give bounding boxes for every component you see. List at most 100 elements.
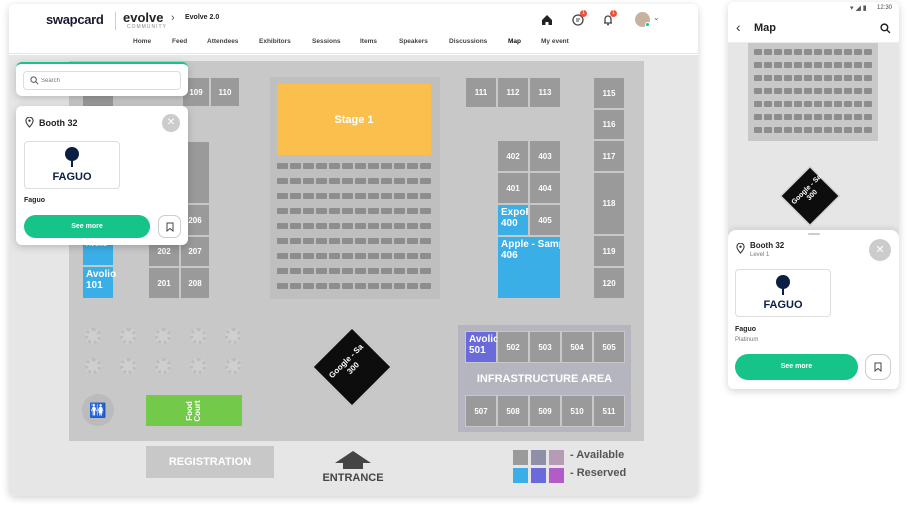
swapcard-logo[interactable]: swapcard xyxy=(46,12,104,27)
nav-my-event[interactable]: My event xyxy=(541,38,569,45)
food-court-label: Food Court xyxy=(185,399,202,422)
seat xyxy=(804,75,812,81)
seat xyxy=(394,253,405,259)
booth-503[interactable]: 503 xyxy=(529,331,561,363)
seat xyxy=(355,283,366,289)
seat xyxy=(844,114,852,120)
seat xyxy=(303,208,314,214)
booth-208[interactable]: 208 xyxy=(180,267,210,299)
booth-502[interactable]: 502 xyxy=(497,331,529,363)
mobile-company-logo[interactable]: FAGUO xyxy=(735,269,831,317)
booth-110[interactable]: 110 xyxy=(210,77,240,107)
booth-101-avolio[interactable]: Avolio 101 xyxy=(82,266,116,299)
booth-505[interactable]: 505 xyxy=(593,331,625,363)
seat xyxy=(290,283,301,289)
mobile-see-more-button[interactable]: See more xyxy=(735,354,858,380)
company-logo-text: FAGUO xyxy=(52,171,92,183)
booth-501-avolio[interactable]: Avolio 501 xyxy=(465,331,499,363)
booth-403[interactable]: 403 xyxy=(529,140,561,172)
legend-reserved-swatch-3 xyxy=(549,468,564,483)
booth-117[interactable]: 117 xyxy=(593,140,625,172)
seat xyxy=(774,88,782,94)
booth-115[interactable]: 115 xyxy=(593,77,625,109)
nav-items[interactable]: Items xyxy=(360,38,377,45)
nav-sessions[interactable]: Sessions xyxy=(312,38,341,45)
booth-119[interactable]: 119 xyxy=(593,235,625,267)
nav-home[interactable]: Home xyxy=(133,38,151,45)
registration-area[interactable]: REGISTRATION xyxy=(146,446,274,478)
chevron-down-icon[interactable]: ⌄ xyxy=(653,13,660,22)
mobile-bookmark-button[interactable] xyxy=(865,354,891,380)
seat xyxy=(290,178,301,184)
company-name[interactable]: Faguo xyxy=(24,197,45,204)
see-more-button[interactable]: See more xyxy=(24,215,150,238)
seat xyxy=(407,178,418,184)
seat xyxy=(290,238,301,244)
nav-map[interactable]: Map xyxy=(508,38,521,45)
nav-discussions[interactable]: Discussions xyxy=(449,38,487,45)
booth-510[interactable]: 510 xyxy=(561,395,593,427)
booth-406-apple[interactable]: Apple - Samp 406 xyxy=(497,236,561,299)
booth-511[interactable]: 511 xyxy=(593,395,625,427)
nav-exhibitors[interactable]: Exhibitors xyxy=(259,38,291,45)
legend-available-swatch-1 xyxy=(513,450,528,465)
booth-118[interactable]: 118 xyxy=(593,172,625,235)
mobile-close-icon[interactable]: ✕ xyxy=(869,239,891,261)
nav-speakers[interactable]: Speakers xyxy=(399,38,428,45)
mobile-company-name[interactable]: Faguo xyxy=(735,326,756,333)
booth-402[interactable]: 402 xyxy=(497,140,529,172)
seat xyxy=(381,208,392,214)
seat xyxy=(394,223,405,229)
evolve-logo[interactable]: evolve xyxy=(123,10,163,25)
seat xyxy=(824,127,832,133)
back-arrow-icon[interactable]: ‹ xyxy=(736,19,741,35)
seat xyxy=(316,223,327,229)
seat xyxy=(407,208,418,214)
seat xyxy=(774,127,782,133)
stage-1[interactable]: Stage 1 xyxy=(277,84,431,155)
nav-attendees[interactable]: Attendees xyxy=(207,38,238,45)
chevron-right-icon: › xyxy=(171,12,175,24)
seat xyxy=(407,223,418,229)
tree-icon xyxy=(155,358,171,374)
mobile-search-icon[interactable] xyxy=(880,23,891,34)
booth-201[interactable]: 201 xyxy=(148,267,180,299)
close-icon[interactable]: ✕ xyxy=(162,114,180,132)
seat xyxy=(764,75,772,81)
booth-113[interactable]: 113 xyxy=(529,77,561,108)
booth-509[interactable]: 509 xyxy=(529,395,561,427)
booth-120[interactable]: 120 xyxy=(593,267,625,299)
food-court[interactable]: Food Court xyxy=(146,395,242,426)
home-icon[interactable] xyxy=(540,13,554,27)
seat xyxy=(854,114,862,120)
booth-404[interactable]: 404 xyxy=(529,172,561,204)
booth-111[interactable]: 111 xyxy=(465,77,497,108)
booth-504[interactable]: 504 xyxy=(561,331,593,363)
booth-401[interactable]: 401 xyxy=(497,172,529,204)
seat xyxy=(784,49,792,55)
mobile-booth-title: Booth 32 xyxy=(750,241,785,250)
booth-400-expofi[interactable]: ExpoFi 400 xyxy=(497,204,529,236)
booth-405[interactable]: 405 xyxy=(529,204,561,236)
seat xyxy=(368,283,379,289)
mobile-company-logo-text: FAGUO xyxy=(763,299,803,311)
booth-112[interactable]: 112 xyxy=(497,77,529,108)
seat xyxy=(824,101,832,107)
booth-508[interactable]: 508 xyxy=(497,395,529,427)
search-input[interactable] xyxy=(41,74,176,87)
search-box[interactable] xyxy=(23,71,181,90)
booth-400-name: ExpoFi xyxy=(501,207,528,218)
booth-116[interactable]: 116 xyxy=(593,109,625,140)
nav-feed[interactable]: Feed xyxy=(172,38,187,45)
company-logo[interactable]: FAGUO xyxy=(24,141,120,189)
seat xyxy=(355,178,366,184)
booth-title: Booth 32 xyxy=(39,118,78,128)
sheet-handle[interactable] xyxy=(808,233,820,235)
search-panel xyxy=(16,62,188,96)
booth-507[interactable]: 507 xyxy=(465,395,497,427)
bookmark-button[interactable] xyxy=(158,215,181,238)
event-name[interactable]: Evolve 2.0 xyxy=(185,14,219,21)
seat xyxy=(329,223,340,229)
seat xyxy=(764,49,772,55)
seat xyxy=(774,62,782,68)
